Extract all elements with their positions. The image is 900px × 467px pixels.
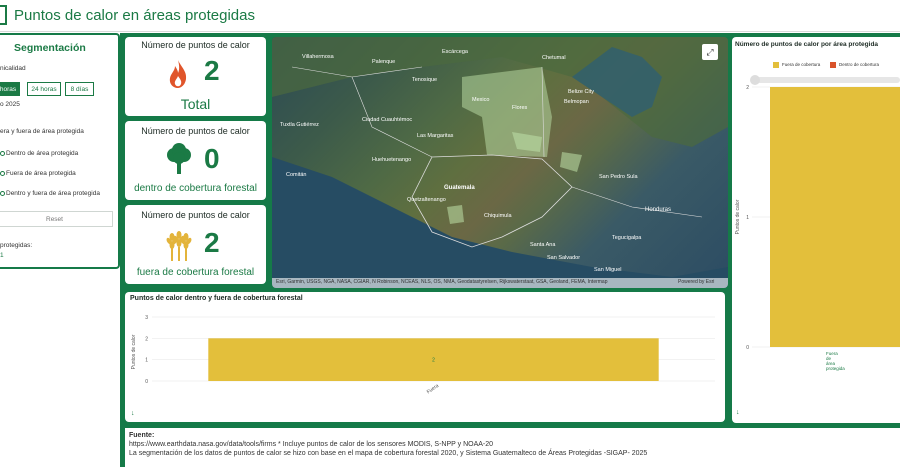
card-title: Número de puntos de calor <box>141 40 250 50</box>
footer-line-1: https://www.earthdata.nasa.gov/data/tool… <box>129 441 494 448</box>
map-label: Villahermosa <box>302 54 334 60</box>
area-filter-label: era y fuera de área protegida <box>0 128 84 135</box>
forest-chart: 3 2 1 0 Puntos de calor 2 Fuera <box>131 315 715 396</box>
fire-icon <box>169 60 187 88</box>
expand-icon[interactable]: ⤢ <box>702 44 718 60</box>
map-label: Honduras <box>645 207 672 213</box>
map-label: Chiquimula <box>484 213 512 219</box>
date-value[interactable]: o 2025 <box>0 101 20 108</box>
map-view[interactable]: Villahermosa Palenque Tenosique Belmopan… <box>272 37 728 288</box>
option-both[interactable]: Dentro y fuera de área protegida <box>6 190 100 197</box>
protected-areas-value: 1 <box>0 252 4 259</box>
map-label: Ciudad Cuauhtémoc <box>362 117 413 123</box>
option-outside[interactable]: Fuera de área protegida <box>6 170 76 177</box>
download-icon[interactable]: ↓ <box>736 409 740 416</box>
card-outside-forest: Número de puntos de calor 2 fuera de cob… <box>125 205 266 284</box>
card-total: Número de puntos de calor 2 Total <box>125 37 266 116</box>
option-inside[interactable]: Dentro de área protegida <box>6 150 78 157</box>
card-subtitle: fuera de cobertura forestal <box>136 267 255 278</box>
footer-source-label: Fuente: <box>129 432 155 439</box>
data-label: 2 <box>432 358 435 364</box>
card-value: 2 <box>204 227 220 258</box>
y-tick-label: 2 <box>746 85 749 91</box>
map-label: Huehuetenango <box>372 157 412 163</box>
card-title: Número de puntos de calor <box>141 210 250 220</box>
card-title: Número de puntos de calor <box>141 126 250 136</box>
y-tick-label: 0 <box>746 345 749 351</box>
map-label: Flores <box>512 105 528 111</box>
map-label: San Miguel <box>594 267 622 273</box>
tree-icon <box>167 143 191 174</box>
map-label: Belmopan <box>564 99 589 105</box>
map-label: Tenosique <box>412 77 438 83</box>
map-label: Las Margaritas <box>417 133 454 139</box>
card-value: 2 <box>204 55 220 86</box>
map-label: San Pedro Sula <box>599 174 638 180</box>
x-tick-label: protegida <box>826 366 845 371</box>
powered-by-text[interactable]: Powered by Esri <box>678 279 714 285</box>
map-label: Belize City <box>568 89 594 95</box>
download-icon[interactable]: ↓ <box>131 410 135 417</box>
map-label: Chetumal <box>542 55 566 61</box>
map-label: Tegucigalpa <box>612 235 642 241</box>
tab-24-hours[interactable]: 24 horas <box>27 82 61 96</box>
app-title: Puntos de calor en áreas protegidas <box>14 7 255 24</box>
footer-panel: Fuente: https://www.earthdata.nasa.gov/d… <box>125 428 900 467</box>
chart-bar <box>770 87 900 347</box>
card-value: 0 <box>204 143 220 174</box>
card-inside-forest: Número de puntos de calor 0 dentro de co… <box>125 121 266 200</box>
map-graphics <box>272 37 728 288</box>
y-tick-label: 1 <box>145 358 148 364</box>
tab-hours[interactable]: horas <box>0 82 20 96</box>
radio-inside[interactable] <box>0 151 5 156</box>
wheat-icon <box>166 231 192 261</box>
card-subtitle: dentro de cobertura forestal <box>134 183 257 194</box>
y-axis-label: Puntos de calor <box>735 199 741 234</box>
map-label: Comitán <box>286 172 307 178</box>
map-label: Tuxtla Gutiérrez <box>280 122 319 128</box>
footer-line-2: La segmentación de los datos de puntos d… <box>129 450 648 457</box>
chart-forest-panel: Puntos de calor dentro y fuera de cobert… <box>125 292 725 422</box>
map-label: Mexico <box>472 97 490 103</box>
y-tick-label: 1 <box>746 215 749 221</box>
reset-button[interactable]: Reset <box>0 211 113 227</box>
x-tick-label: Fuera <box>426 383 440 396</box>
protected-chart: 210Puntos de calorFueradeáreaprotegida <box>735 85 900 371</box>
y-axis-label: Puntos de calor <box>131 334 137 369</box>
radio-outside[interactable] <box>0 171 5 176</box>
y-tick-label: 3 <box>145 315 148 321</box>
radio-both[interactable] <box>0 191 5 196</box>
attribution-text: Esri, Garmin, USGS, NGA, NASA, CGIAR, N … <box>276 279 608 285</box>
app-logo-icon <box>0 5 7 25</box>
map-label: Escárcega <box>442 49 468 55</box>
tab-8-days[interactable]: 8 días <box>65 82 94 96</box>
map-label: Santa Ana <box>530 242 556 248</box>
map-label: Quetzaltenango <box>407 197 446 203</box>
periodicity-label: nicalidad <box>0 65 26 72</box>
protected-areas-label: protegidas: <box>0 242 33 249</box>
y-tick-label: 0 <box>145 379 148 385</box>
map-label: Palenque <box>372 59 396 65</box>
map-label: Guatemala <box>444 185 475 191</box>
map-attribution: Esri, Garmin, USGS, NGA, NASA, CGIAR, N … <box>272 278 728 288</box>
sidebar-title: Segmentación <box>14 42 86 54</box>
map-label: San Salvador <box>547 255 581 261</box>
y-tick-label: 2 <box>145 336 148 342</box>
chart-protected-panel: Número de puntos de calor por área prote… <box>732 37 900 423</box>
app-header: Puntos de calor en áreas protegidas <box>0 0 900 32</box>
card-subtitle: Total <box>180 96 211 112</box>
